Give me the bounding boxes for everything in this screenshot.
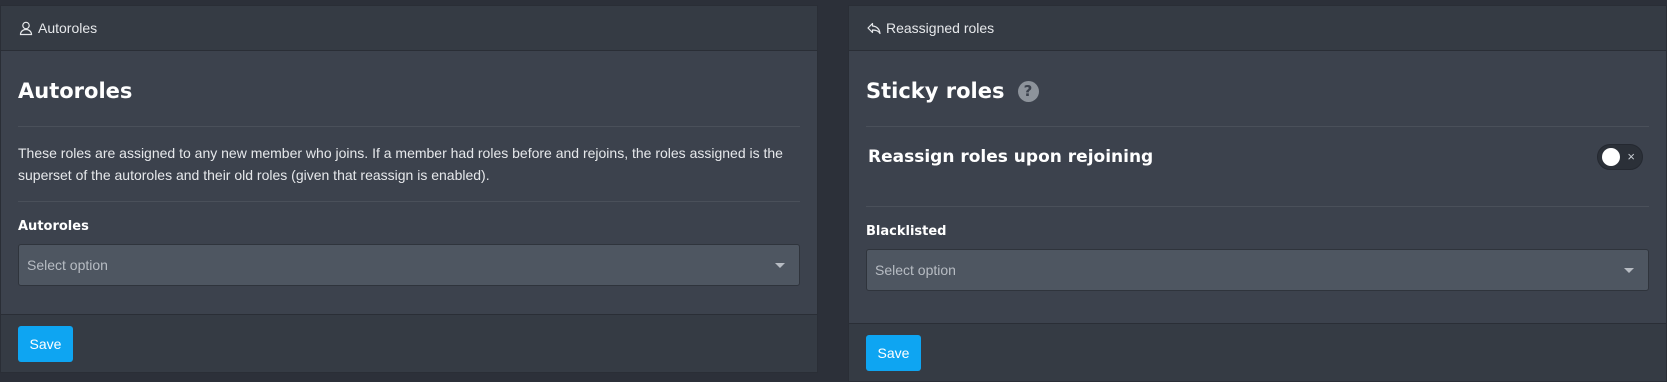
- autoroles-title: Autoroles: [18, 79, 133, 103]
- reply-arrow-icon: [866, 20, 882, 36]
- sticky-roles-title-text: Sticky roles: [866, 79, 1005, 103]
- autoroles-field-label: Autoroles: [18, 219, 89, 234]
- chevron-down-icon: [775, 262, 785, 268]
- reassign-toggle-label: Reassign roles upon rejoining: [868, 147, 1154, 167]
- reassigned-roles-card: Reassigned roles Sticky roles ? Reassign…: [848, 5, 1667, 382]
- reassigned-save-button[interactable]: Save: [866, 334, 921, 371]
- autoroles-save-button[interactable]: Save: [18, 325, 73, 362]
- reassigned-card-footer: Save: [849, 323, 1666, 381]
- close-icon: ×: [1627, 149, 1635, 164]
- help-icon[interactable]: ?: [1017, 80, 1039, 102]
- blacklisted-select-placeholder: Select option: [875, 262, 956, 278]
- reassign-toggle-row: Reassign roles upon rejoining ×: [866, 127, 1649, 187]
- toggle-knob: [1602, 148, 1620, 166]
- autoroles-select[interactable]: Select option: [18, 244, 800, 286]
- sticky-roles-title: Sticky roles ?: [866, 51, 1649, 108]
- autoroles-select-placeholder: Select option: [27, 257, 108, 273]
- autoroles-header-label: Autoroles: [38, 20, 98, 36]
- autoroles-card-footer: Save: [1, 314, 817, 372]
- autoroles-card-header: Autoroles: [1, 6, 817, 51]
- reassign-toggle[interactable]: ×: [1597, 144, 1643, 170]
- user-icon: [18, 20, 34, 36]
- autoroles-description: These roles are assigned to any new memb…: [18, 145, 783, 183]
- autoroles-card: Autoroles Autoroles These roles are assi…: [0, 5, 818, 373]
- blacklisted-select[interactable]: Select option: [866, 249, 1649, 291]
- chevron-down-icon: [1624, 267, 1634, 273]
- reassigned-header-label: Reassigned roles: [886, 20, 995, 36]
- divider: [18, 126, 800, 127]
- blacklisted-field-label: Blacklisted: [866, 224, 947, 239]
- reassigned-card-header: Reassigned roles: [849, 6, 1666, 51]
